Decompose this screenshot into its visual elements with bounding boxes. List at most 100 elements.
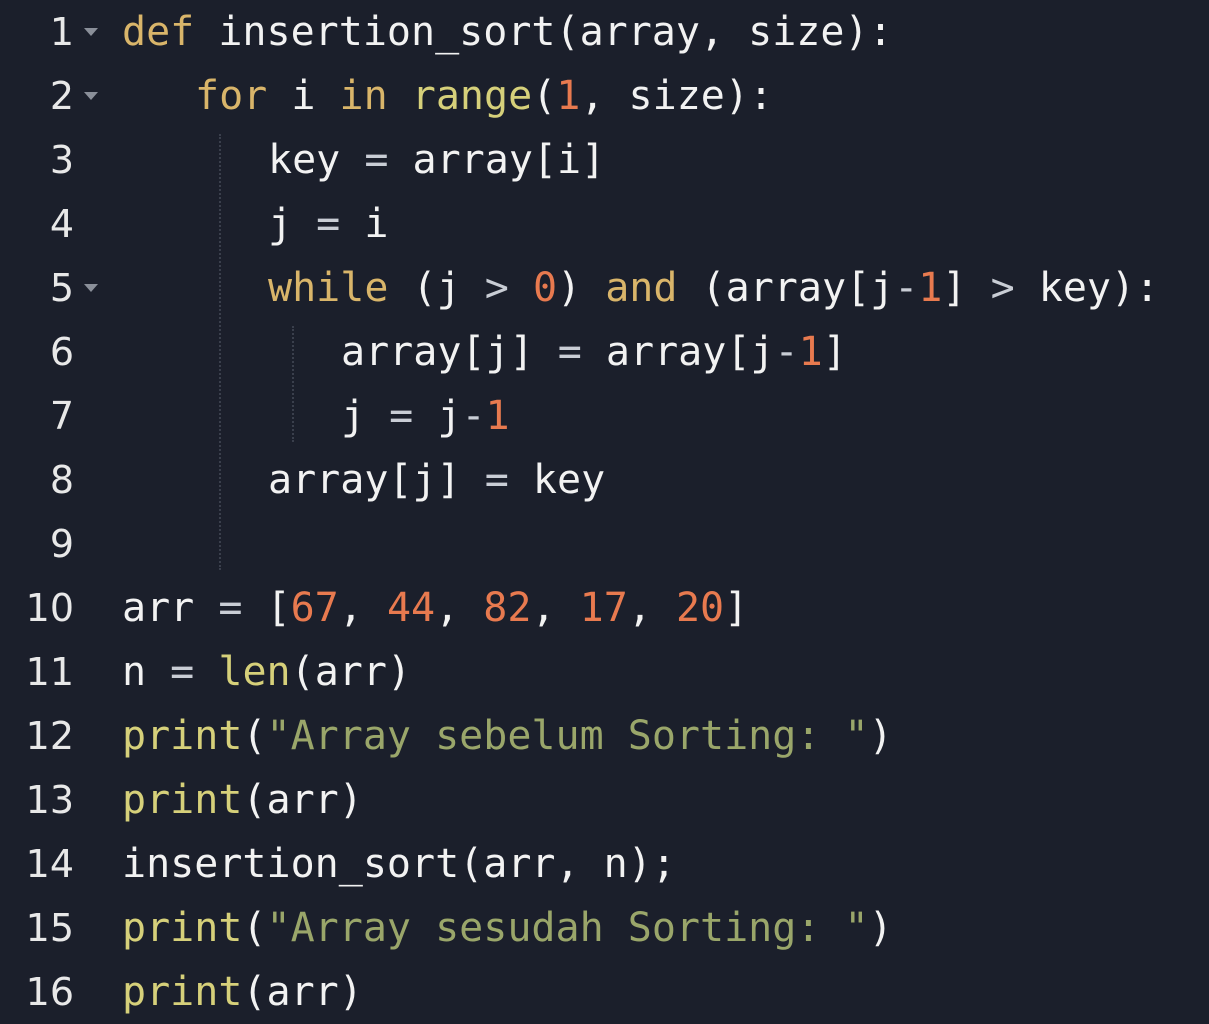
code-token: = (170, 649, 195, 695)
code-token: print (122, 969, 243, 1015)
code-token: array[j] (268, 457, 485, 503)
code-token: 1 (798, 329, 823, 375)
code-token: 67 (290, 585, 339, 631)
code-line[interactable]: 10 arr = [67, 44, 82, 17, 20] (0, 576, 1209, 640)
chevron-down-icon[interactable] (82, 0, 100, 64)
code-token: print (122, 713, 243, 759)
code-token: [ (242, 585, 291, 631)
code-token: j (413, 393, 462, 439)
code-text: j = i (268, 192, 388, 256)
code-token: arr (122, 585, 219, 631)
code-token: = (364, 137, 389, 183)
code-token: = (316, 201, 341, 247)
code-line[interactable]: 1 def insertion_sort(array, size): (0, 0, 1209, 64)
code-token: ( (242, 905, 267, 951)
code-line[interactable]: 4 j = i (0, 192, 1209, 256)
line-number: 14 (25, 842, 74, 886)
code-token: in (339, 73, 388, 119)
code-line[interactable]: 11 n = len(arr) (0, 640, 1209, 704)
line-number: 7 (49, 394, 74, 438)
code-text: print("Array sesudah Sorting: ") (122, 896, 893, 960)
line-number: 3 (49, 138, 74, 182)
code-text: for i in range(1, size): (195, 64, 773, 128)
code-token: range (411, 73, 533, 119)
code-token: array[j (581, 329, 775, 375)
code-line[interactable]: 15 print("Array sesudah Sorting: ") (0, 896, 1209, 960)
code-token: 82 (483, 585, 532, 631)
code-text: print(arr) (122, 768, 363, 832)
code-token: n (122, 649, 171, 695)
code-token: for (195, 73, 268, 119)
code-text: def insertion_sort(array, size): (122, 0, 893, 64)
code-line[interactable]: 12 print("Array sebelum Sorting: ") (0, 704, 1209, 768)
line-number: 16 (25, 970, 74, 1014)
code-token: "Array sesudah Sorting: " (266, 905, 869, 951)
code-text: n = len(arr) (122, 640, 411, 704)
chevron-down-icon[interactable] (82, 64, 100, 128)
code-token: 1 (556, 73, 581, 119)
code-token: 0 (532, 265, 558, 311)
code-token: ] (724, 585, 749, 631)
code-line[interactable]: 7j = j-1 (0, 384, 1209, 448)
code-token: (array[j (677, 265, 895, 311)
line-number: 12 (25, 714, 74, 758)
code-token: j (268, 201, 317, 247)
indent-guide (219, 134, 221, 570)
code-token: key): (1014, 265, 1160, 311)
code-token: - (461, 393, 486, 439)
code-token: key (268, 137, 365, 183)
code-token: - (774, 329, 799, 375)
code-token: 1 (918, 265, 943, 311)
code-text: insertion_sort(arr, n); (122, 832, 676, 896)
code-token: print (122, 905, 243, 951)
chevron-down-icon[interactable] (82, 256, 100, 320)
code-token: , (627, 585, 676, 631)
line-number: 2 (49, 74, 74, 118)
code-token: (j (388, 265, 485, 311)
code-token: ( (532, 73, 557, 119)
code-token: ] (822, 329, 847, 375)
code-line[interactable]: 5 while (j > 0) and (array[j-1] > key): (0, 256, 1209, 320)
code-token: = (484, 457, 509, 503)
code-text: key = array[i] (268, 128, 605, 192)
code-token: (arr) (242, 777, 363, 823)
code-token: > (484, 265, 509, 311)
code-line[interactable]: 8 array[j] = key (0, 448, 1209, 512)
code-token: def (122, 9, 195, 55)
code-line[interactable]: 14 insertion_sort(arr, n); (0, 832, 1209, 896)
code-token: , (435, 585, 484, 631)
code-token: , (531, 585, 580, 631)
code-token: = (218, 585, 243, 631)
code-token: 1 (485, 393, 510, 439)
code-token: "Array sebelum Sorting: " (266, 713, 869, 759)
line-number: 1 (49, 10, 74, 54)
code-line[interactable]: 9 (0, 512, 1209, 576)
code-token: j (341, 393, 390, 439)
code-line[interactable]: 2 for i in range(1, size): (0, 64, 1209, 128)
code-line[interactable]: 3 key = array[i] (0, 128, 1209, 192)
code-line[interactable]: 6 array[j] = array[j-1] (0, 320, 1209, 384)
code-token: i (267, 73, 340, 119)
line-number: 5 (49, 266, 74, 310)
code-editor[interactable]: 1 def insertion_sort(array, size): 2 for i … (0, 0, 1209, 1024)
code-token: ) (868, 905, 893, 951)
line-number: 4 (49, 202, 74, 246)
code-token: 17 (579, 585, 628, 631)
code-token: (arr) (290, 649, 412, 695)
code-text: print("Array sebelum Sorting: ") (122, 704, 893, 768)
code-text: arr = [67, 44, 82, 17, 20] (122, 576, 748, 640)
code-line[interactable]: 16 print(arr) (0, 960, 1209, 1024)
line-number: 8 (49, 458, 74, 502)
line-number: 15 (25, 906, 74, 950)
code-token: while (268, 265, 389, 311)
code-token: i (340, 201, 389, 247)
code-token: key (508, 457, 606, 503)
code-token: = (557, 329, 582, 375)
code-token: (arr) (242, 969, 363, 1015)
code-token: array[j] (341, 329, 558, 375)
code-token: array[i] (388, 137, 606, 183)
code-line[interactable]: 13 print(arr) (0, 768, 1209, 832)
code-text: array[j] = array[j-1] (341, 320, 847, 384)
